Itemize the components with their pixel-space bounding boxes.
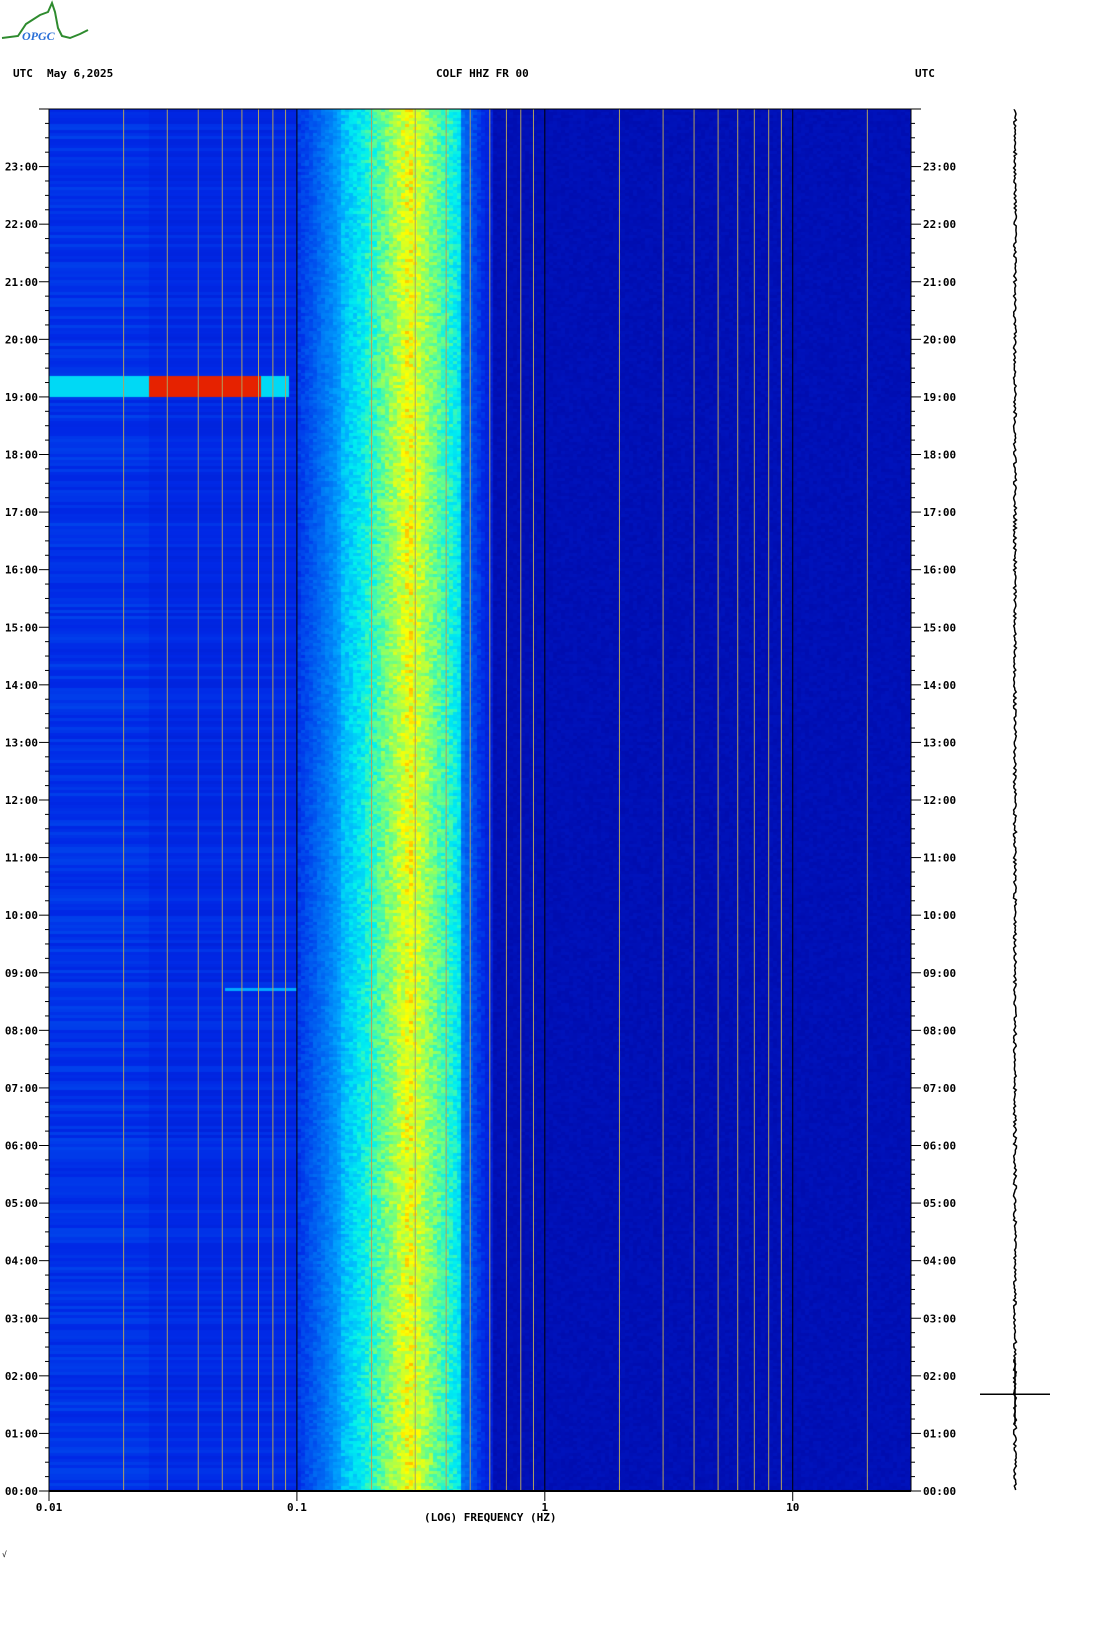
y-tick-label-left: 13:00 [5,736,38,749]
y-tick-label-left: 05:00 [5,1197,38,1210]
y-tick-label-right: 20:00 [923,333,956,346]
y-tick-label-right: 19:00 [923,391,956,404]
y-tick-label-left: 20:00 [5,333,38,346]
y-tick-label-left: 00:00 [5,1485,38,1498]
y-tick-label-right: 06:00 [923,1140,956,1153]
x-tick-label: 10 [786,1501,799,1514]
y-tick-label-right: 00:00 [923,1485,956,1498]
y-tick-label-left: 07:00 [5,1082,38,1095]
y-tick-label-left: 01:00 [5,1427,38,1440]
y-tick-label-left: 18:00 [5,449,38,462]
y-tick-label-right: 10:00 [923,909,956,922]
y-tick-label-right: 18:00 [923,449,956,462]
y-tick-label-right: 12:00 [923,794,956,807]
y-tick-label-right: 03:00 [923,1312,956,1325]
y-tick-label-right: 11:00 [923,852,956,865]
y-tick-label-left: 23:00 [5,161,38,174]
y-tick-label-left: 14:00 [5,679,38,692]
y-tick-label-left: 02:00 [5,1370,38,1383]
x-axis-label: (LOG) FREQUENCY (HZ) [424,1511,557,1524]
y-tick-label-right: 16:00 [923,564,956,577]
y-tick-label-right: 02:00 [923,1370,956,1383]
y-tick-label-right: 05:00 [923,1197,956,1210]
y-tick-label-left: 06:00 [5,1140,38,1153]
y-tick-label-right: 21:00 [923,276,956,289]
y-tick-label-left: 17:00 [5,506,38,519]
y-tick-label-left: 09:00 [5,967,38,980]
y-tick-label-right: 23:00 [923,161,956,174]
y-tick-label-left: 12:00 [5,794,38,807]
y-tick-label-left: 11:00 [5,852,38,865]
x-tick-label: 0.1 [287,1501,307,1514]
chart-axes: 00:00 00:00 01:00 01:00 02:00 02:00 03:00 03:00… [5,108,956,1514]
y-tick-label-right: 08:00 [923,1024,956,1037]
x-tick-label: 0.01 [36,1501,63,1514]
y-tick-label-left: 21:00 [5,276,38,289]
y-tick-label-left: 10:00 [5,909,38,922]
y-tick-label-right: 13:00 [923,736,956,749]
y-tick-label-left: 15:00 [5,621,38,634]
y-tick-label-right: 17:00 [923,506,956,519]
y-tick-label-left: 22:00 [5,218,38,231]
y-tick-label-left: 08:00 [5,1024,38,1037]
y-tick-label-right: 07:00 [923,1082,956,1095]
y-tick-label-left: 04:00 [5,1255,38,1268]
y-tick-label-right: 01:00 [923,1427,956,1440]
footer-mark: √ [2,1550,7,1559]
y-tick-label-left: 03:00 [5,1312,38,1325]
seismic-trace [980,109,1050,1491]
y-tick-label-right: 09:00 [923,967,956,980]
trace-line [1012,109,1018,1491]
y-tick-label-left: 19:00 [5,391,38,404]
y-tick-label-right: 14:00 [923,679,956,692]
y-tick-label-right: 04:00 [923,1255,956,1268]
y-tick-label-left: 16:00 [5,564,38,577]
y-tick-label-right: 15:00 [923,621,956,634]
y-tick-label-right: 22:00 [923,218,956,231]
spectrogram-page: OPGC UTC May 6,2025 COLF HHZ FR 00 UTC 0… [0,0,1102,1634]
